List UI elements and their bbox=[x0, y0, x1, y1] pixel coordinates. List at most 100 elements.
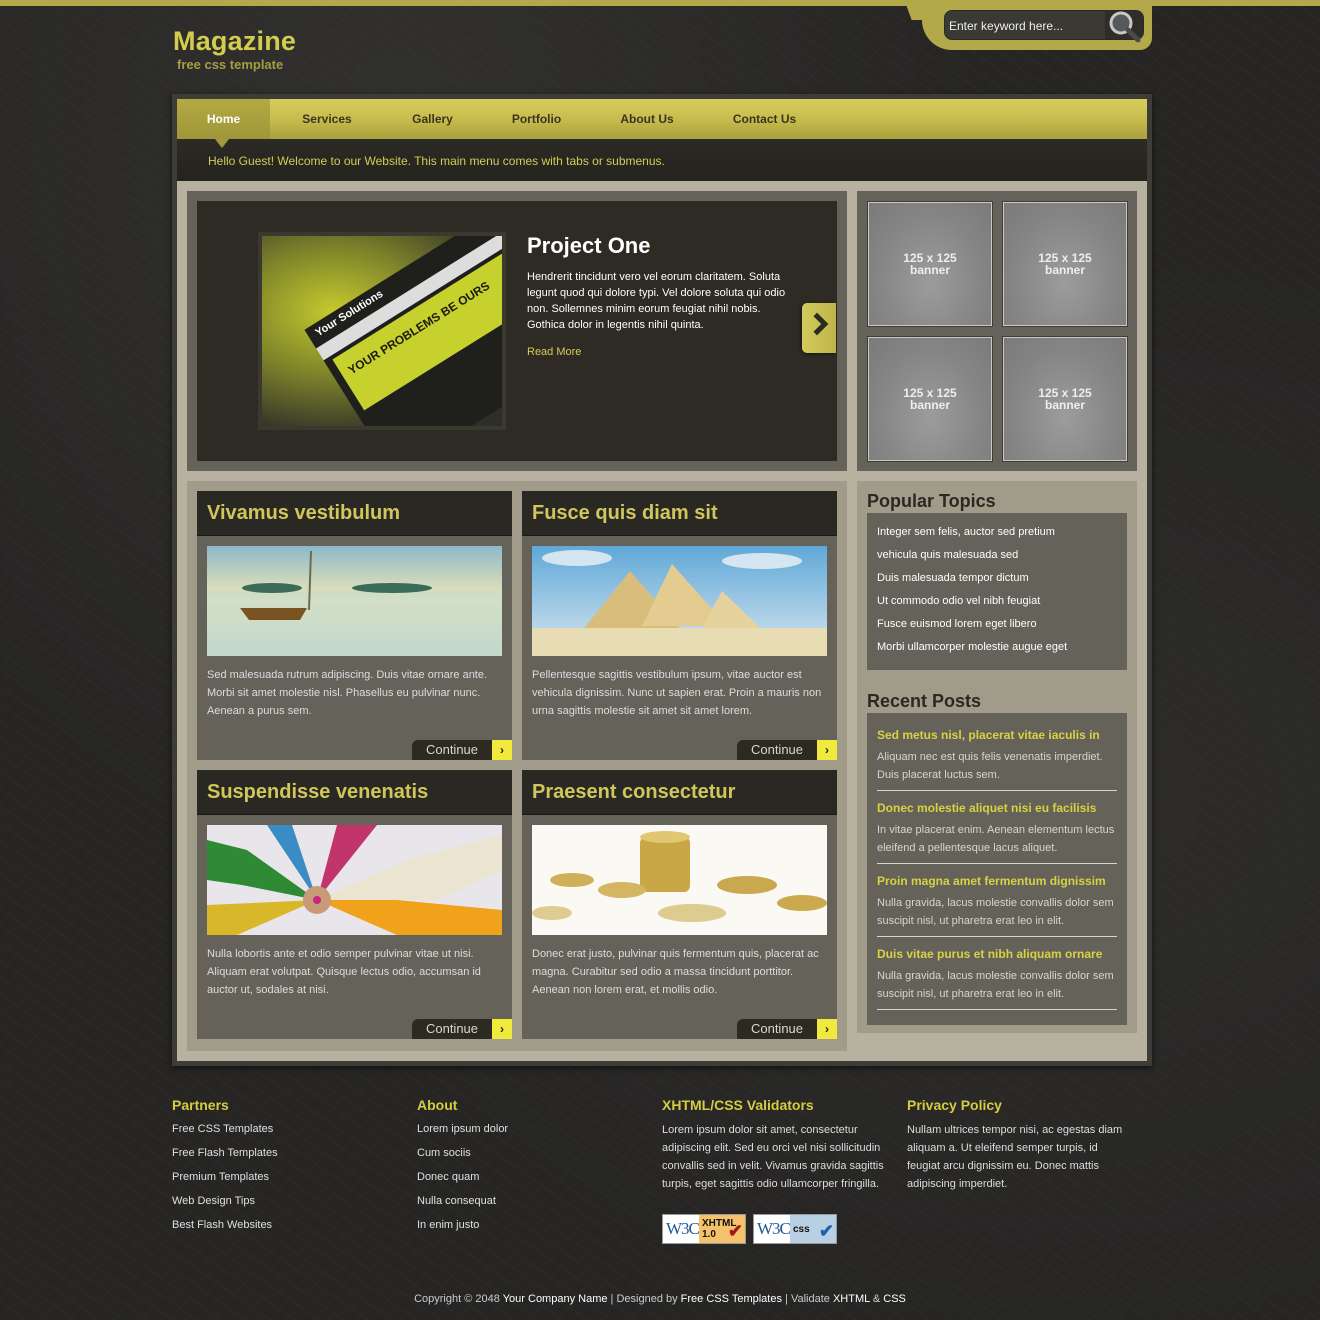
nav-item-contact-us[interactable]: Contact Us bbox=[722, 99, 807, 139]
post-card: Suspendisse venenatis Nulla lobortis ant… bbox=[197, 770, 512, 1039]
footer-link[interactable]: Free CSS Templates bbox=[172, 1123, 392, 1137]
nav-item-about-us[interactable]: About Us bbox=[607, 99, 687, 139]
continue-label: Continue bbox=[737, 740, 817, 760]
footer-text: Lorem ipsum dolor sit amet, consectetur … bbox=[662, 1124, 884, 1190]
badge-label-area: XHTML 1.0 ✔ bbox=[699, 1215, 745, 1243]
post-header: Fusce quis diam sit bbox=[522, 491, 837, 536]
logo-title[interactable]: Magazine bbox=[173, 26, 296, 57]
topic-link[interactable]: Duis malesuada tempor dictum bbox=[877, 572, 1029, 584]
post-title[interactable]: Vivamus vestibulum bbox=[207, 502, 400, 525]
continue-label: Continue bbox=[412, 740, 492, 760]
copyright-line: Copyright © 2048 Your Company Name | Des… bbox=[0, 1293, 1320, 1305]
footer-link[interactable]: Premium Templates bbox=[172, 1171, 392, 1185]
nav-item-gallery[interactable]: Gallery bbox=[395, 99, 470, 139]
chevron-right-icon: › bbox=[817, 740, 837, 760]
recent-post-title[interactable]: Donec molestie aliquet nisi eu facilisis bbox=[877, 801, 1117, 815]
ampersand-text: & bbox=[869, 1293, 884, 1305]
footer-link[interactable]: Nulla consequat bbox=[417, 1195, 637, 1209]
continue-button[interactable]: Continue › bbox=[737, 1019, 837, 1039]
topic-link[interactable]: Integer sem felis, auctor sed pretium bbox=[877, 526, 1055, 538]
recent-post: Sed metus nisl, placerat vitae iaculis i… bbox=[877, 728, 1117, 791]
slider-next-button[interactable] bbox=[802, 303, 836, 353]
footer-link[interactable]: Donec quam bbox=[417, 1171, 637, 1185]
post-title[interactable]: Suspendisse venenatis bbox=[207, 781, 428, 804]
post-title[interactable]: Praesent consectetur bbox=[532, 781, 735, 804]
banner-ad[interactable]: 125 x 125 banner bbox=[1002, 201, 1128, 327]
w3c-logo: W3C bbox=[757, 1219, 791, 1238]
search-box bbox=[944, 10, 1144, 43]
post-header: Vivamus vestibulum bbox=[197, 491, 512, 536]
footer-text: Nullam ultrices tempor nisi, ac egestas … bbox=[907, 1124, 1123, 1190]
css-validator-badge[interactable]: W3C css ✔ bbox=[753, 1214, 837, 1244]
post-header: Praesent consectetur bbox=[522, 770, 837, 815]
xhtml-validator-badge[interactable]: W3C XHTML 1.0 ✔ bbox=[662, 1214, 746, 1244]
nav-item-services[interactable]: Services bbox=[287, 99, 367, 139]
footer-privacy: Privacy Policy Nullam ultrices tempor ni… bbox=[907, 1097, 1132, 1193]
banner-label: banner bbox=[909, 263, 950, 277]
popular-topics-list: Integer sem felis, auctor sed pretium ve… bbox=[867, 513, 1127, 670]
validate-css-link[interactable]: CSS bbox=[883, 1293, 906, 1305]
banner-label: banner bbox=[909, 398, 950, 412]
footer-link[interactable]: In enim justo bbox=[417, 1219, 637, 1233]
validate-xhtml-link[interactable]: XHTML bbox=[833, 1293, 870, 1305]
featured-title: Project One bbox=[527, 233, 651, 258]
topic-link[interactable]: Ut commodo odio vel nibh feugiat bbox=[877, 595, 1040, 607]
chevron-right-icon: › bbox=[817, 1019, 837, 1039]
magnifier-icon bbox=[1109, 11, 1141, 43]
post-title[interactable]: Fusce quis diam sit bbox=[532, 502, 718, 525]
main-nav: Home Services Gallery Portfolio About Us… bbox=[177, 99, 1147, 139]
footer-link[interactable]: Cum sociis bbox=[417, 1147, 637, 1161]
read-more-link[interactable]: Read More bbox=[527, 346, 581, 358]
popular-topics-heading: Popular Topics bbox=[867, 491, 996, 511]
continue-button[interactable]: Continue › bbox=[412, 740, 512, 760]
topic-link[interactable]: Morbi ullamcorper molestie augue eget bbox=[877, 641, 1067, 653]
post-header: Suspendisse venenatis bbox=[197, 770, 512, 815]
banner-ad[interactable]: 125 x 125 banner bbox=[867, 201, 993, 327]
topic-link[interactable]: vehicula quis malesuada sed bbox=[877, 549, 1018, 561]
checkmark-icon: ✔ bbox=[727, 1221, 743, 1241]
search-button[interactable] bbox=[1105, 11, 1143, 43]
badge-label: css bbox=[793, 1224, 810, 1235]
badge-label-area: css ✔ bbox=[790, 1215, 836, 1243]
post-excerpt: Donec erat justo, pulvinar quis fermentu… bbox=[532, 948, 819, 996]
designer-link[interactable]: Free CSS Templates bbox=[681, 1293, 782, 1305]
recent-posts-heading: Recent Posts bbox=[867, 691, 982, 711]
post-excerpt: Pellentesque sagittis vestibulum ipsum, … bbox=[532, 669, 822, 717]
pyramids-image bbox=[532, 546, 827, 656]
sailboat-image bbox=[207, 546, 502, 656]
nav-item-portfolio[interactable]: Portfolio bbox=[499, 99, 574, 139]
colored-pencils-image bbox=[207, 825, 502, 935]
banner-ad[interactable]: 125 x 125 banner bbox=[867, 336, 993, 462]
website-mockup-image: Your Solutions YOUR PROBLEMS BE OURS bbox=[262, 236, 502, 426]
recent-post-text: In vitae placerat enim. Aenean elementum… bbox=[877, 824, 1115, 854]
post-image-pencils bbox=[207, 825, 502, 935]
topic-link[interactable]: Fusce euismod lorem eget libero bbox=[877, 618, 1037, 630]
featured-text: Hendrerit tincidunt vero vel eorum clari… bbox=[527, 271, 786, 331]
search-input[interactable] bbox=[949, 15, 1099, 37]
footer-link[interactable]: Lorem ipsum dolor bbox=[417, 1123, 637, 1137]
company-link[interactable]: Your Company Name bbox=[503, 1293, 608, 1305]
gold-coins-image bbox=[532, 825, 827, 935]
footer-heading: About bbox=[417, 1097, 458, 1113]
welcome-bar: Hello Guest! Welcome to our Website. Thi… bbox=[177, 139, 1147, 181]
welcome-message: Hello Guest! Welcome to our Website. Thi… bbox=[208, 154, 665, 168]
recent-post: Duis vitae purus et nibh aliquam ornare … bbox=[877, 947, 1117, 1010]
chevron-right-icon: › bbox=[492, 1019, 512, 1039]
footer-link[interactable]: Web Design Tips bbox=[172, 1195, 392, 1209]
recent-posts-list: Sed metus nisl, placerat vitae iaculis i… bbox=[867, 713, 1127, 1025]
footer-heading[interactable]: Privacy Policy bbox=[907, 1097, 1132, 1113]
continue-button[interactable]: Continue › bbox=[412, 1019, 512, 1039]
nav-item-home[interactable]: Home bbox=[177, 99, 270, 139]
footer-link[interactable]: Free Flash Templates bbox=[172, 1147, 392, 1161]
continue-button[interactable]: Continue › bbox=[737, 740, 837, 760]
logo-subtitle: free css template bbox=[177, 57, 284, 72]
checkmark-icon: ✔ bbox=[818, 1221, 834, 1241]
banner-ads: 125 x 125 banner 125 x 125 banner 125 x … bbox=[857, 191, 1137, 471]
banner-ad[interactable]: 125 x 125 banner bbox=[1002, 336, 1128, 462]
post-image-coins bbox=[532, 825, 827, 935]
footer-link[interactable]: Best Flash Websites bbox=[172, 1219, 392, 1233]
recent-post-title[interactable]: Proin magna amet fermentum dignissim bbox=[877, 874, 1117, 888]
recent-post-title[interactable]: Sed metus nisl, placerat vitae iaculis i… bbox=[877, 728, 1117, 742]
recent-post-title[interactable]: Duis vitae purus et nibh aliquam ornare bbox=[877, 947, 1117, 961]
active-tab-pointer bbox=[215, 139, 229, 148]
